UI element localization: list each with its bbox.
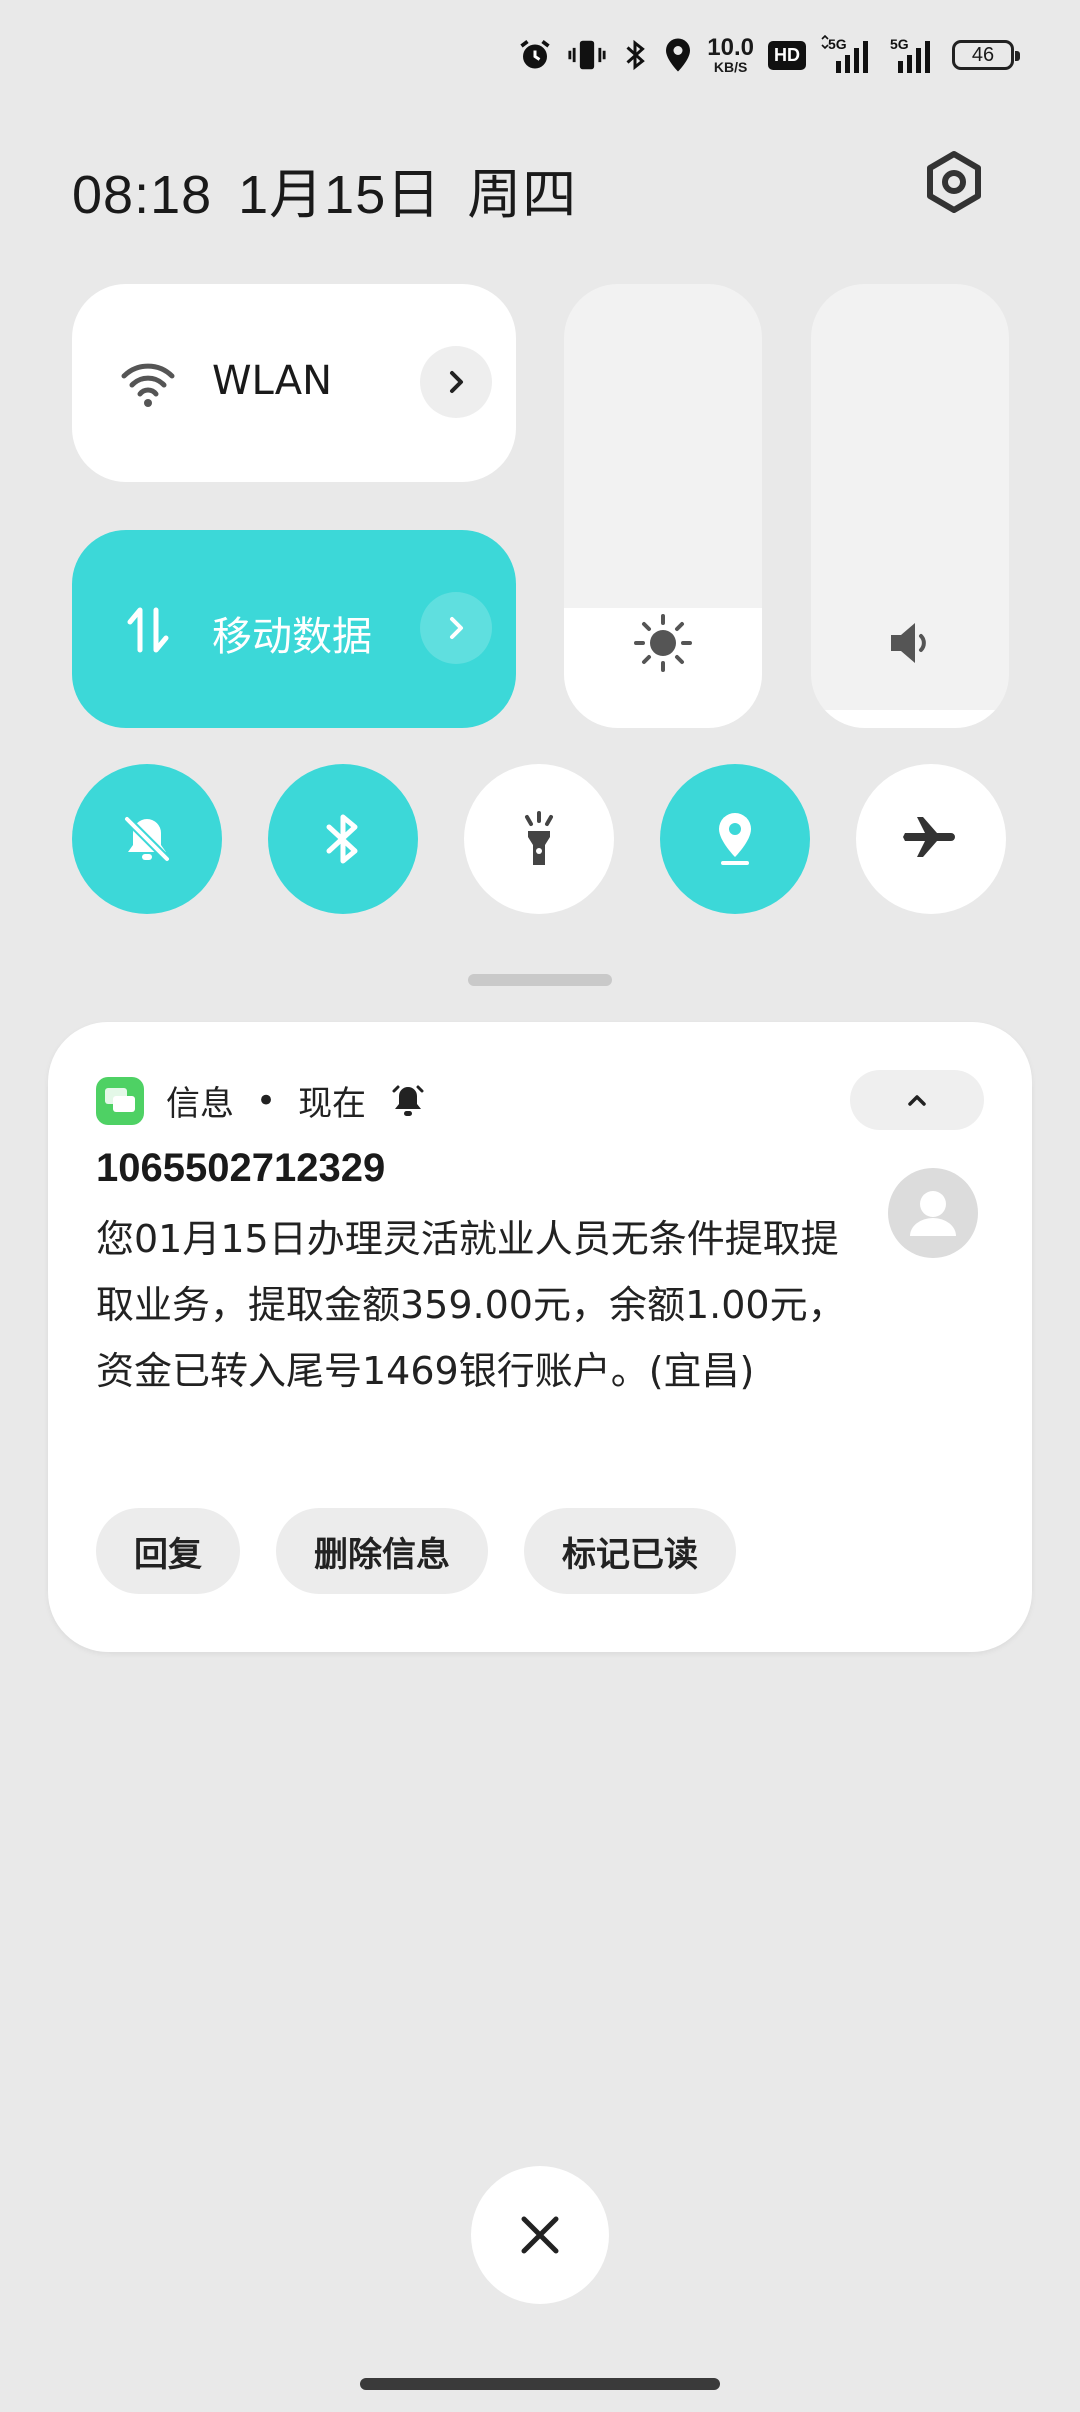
close-icon bbox=[521, 2216, 559, 2254]
date[interactable]: 1月15日 bbox=[238, 165, 441, 225]
bluetooth-icon bbox=[326, 814, 358, 864]
net-speed: 10.0 KB/S bbox=[707, 34, 754, 75]
chevron-right-icon bbox=[450, 617, 463, 639]
bell-off-icon bbox=[124, 816, 170, 862]
net-speed-value: 10.0 bbox=[707, 34, 754, 61]
location-toggle[interactable] bbox=[660, 764, 810, 914]
wlan-expand-button[interactable] bbox=[420, 346, 492, 418]
net-speed-unit: KB/S bbox=[713, 59, 748, 75]
gear-icon bbox=[927, 151, 981, 213]
signal-2-label: 5G bbox=[890, 36, 909, 52]
mobile-data-icon bbox=[127, 607, 169, 653]
hd-voice-icon: HD bbox=[768, 40, 806, 70]
collapse-button[interactable] bbox=[850, 1070, 984, 1130]
app-name: 信息 bbox=[166, 1084, 234, 1124]
contact-avatar bbox=[888, 1168, 978, 1258]
clock-time[interactable]: 08:18 bbox=[72, 165, 212, 225]
settings-button[interactable] bbox=[918, 146, 990, 218]
airplane-icon bbox=[903, 817, 955, 857]
weekday: 周四 bbox=[467, 165, 578, 225]
home-indicator[interactable] bbox=[360, 2378, 720, 2390]
alert-bell-icon bbox=[392, 1085, 424, 1116]
mobile-data-expand-button[interactable] bbox=[420, 592, 492, 664]
status-bar: 10.0 KB/S HD 5G 5G 46 bbox=[0, 0, 1080, 110]
battery-icon: 46 bbox=[952, 40, 1020, 70]
messages-app-icon bbox=[96, 1076, 144, 1125]
alarm-icon bbox=[520, 40, 550, 69]
battery-level: 46 bbox=[971, 43, 995, 66]
flashlight-toggle[interactable] bbox=[464, 764, 614, 914]
mobile-data-tile[interactable]: 移动数据 bbox=[72, 530, 516, 728]
wifi-icon bbox=[121, 363, 175, 407]
volume-level bbox=[811, 710, 1009, 728]
chevron-right-icon bbox=[450, 371, 463, 393]
sms-notification-card[interactable]: 信息 • 现在 1065502712329 您01月15日办理灵活就业人员无条件… bbox=[48, 1022, 1032, 1652]
mark-read-button[interactable]: 标记已读 bbox=[524, 1508, 736, 1594]
chevron-up-icon bbox=[908, 1095, 926, 1106]
reply-button[interactable]: 回复 bbox=[96, 1508, 240, 1594]
location-icon bbox=[666, 38, 691, 72]
vibrate-icon bbox=[568, 40, 606, 70]
mobile-data-label: 移动数据 bbox=[212, 614, 372, 660]
signal-icon: 5G bbox=[890, 36, 930, 73]
wlan-label: WLAN bbox=[212, 358, 333, 404]
chat-bubble-icon bbox=[105, 1087, 135, 1112]
datetime: 08:18 1月15日 周四 bbox=[72, 150, 603, 229]
header-separator: • bbox=[256, 1080, 277, 1121]
volume-slider[interactable] bbox=[811, 284, 1009, 728]
bluetooth-toggle[interactable] bbox=[268, 764, 418, 914]
notification-time: 现在 bbox=[298, 1084, 367, 1124]
clear-notifications-button[interactable] bbox=[471, 2166, 609, 2304]
airplane-toggle[interactable] bbox=[856, 764, 1006, 914]
message-body: 您01月15日办理灵活就业人员无条件提取提取业务，提取金额359.00元，余额1… bbox=[96, 1217, 846, 1393]
status-icons: 10.0 KB/S HD 5G 5G 46 bbox=[517, 30, 1020, 80]
speaker-icon bbox=[891, 623, 926, 663]
brightness-slider[interactable] bbox=[564, 284, 762, 728]
person-icon bbox=[910, 1191, 956, 1236]
wlan-tile[interactable]: WLAN bbox=[72, 284, 516, 482]
signal-icon: 5G bbox=[821, 35, 868, 73]
signal-1-label: 5G bbox=[828, 36, 847, 52]
panel-drag-handle[interactable] bbox=[468, 974, 612, 986]
delete-message-button[interactable]: 删除信息 bbox=[276, 1508, 488, 1594]
sender-number: 1065502712329 bbox=[96, 1146, 386, 1190]
flashlight-icon bbox=[525, 811, 553, 865]
sun-icon bbox=[634, 614, 692, 672]
bluetooth-icon bbox=[626, 39, 646, 71]
location-icon bbox=[719, 813, 751, 865]
notification-actions: 回复 删除信息 标记已读 bbox=[96, 1508, 736, 1594]
notification-header: 信息 • 现在 bbox=[96, 1076, 428, 1125]
mute-toggle[interactable] bbox=[72, 764, 222, 914]
